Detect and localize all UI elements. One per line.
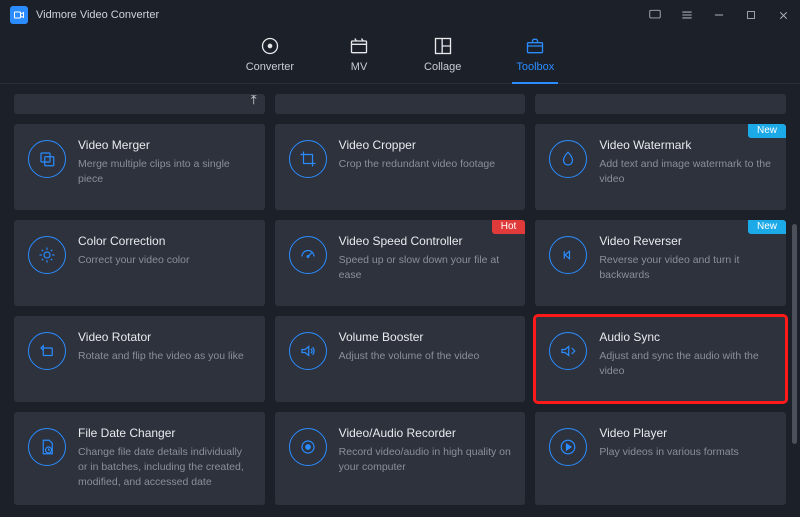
close-button[interactable] [776, 8, 790, 22]
tool-video-reverser[interactable]: New Video Reverser Reverse your video an… [535, 220, 786, 306]
minimize-button[interactable] [712, 8, 726, 22]
tool-title: Video Merger [78, 138, 251, 152]
volume-icon [289, 332, 327, 370]
cropper-icon [289, 140, 327, 178]
tool-title: Audio Sync [599, 330, 772, 344]
tab-label: Toolbox [516, 61, 554, 73]
tool-card-stub[interactable] [275, 94, 526, 114]
scrollbar-thumb[interactable] [792, 224, 797, 444]
tab-label: MV [351, 61, 368, 73]
toolbox-icon [525, 36, 545, 56]
menu-icon[interactable] [680, 8, 694, 22]
app-title: Vidmore Video Converter [36, 9, 159, 21]
tab-toolbox[interactable]: Toolbox [516, 36, 554, 73]
watermark-icon [549, 140, 587, 178]
tool-title: Color Correction [78, 234, 251, 248]
tool-video-merger[interactable]: Video Merger Merge multiple clips into a… [14, 124, 265, 210]
tool-file-date-changer[interactable]: File Date Changer Change file date detai… [14, 412, 265, 505]
tool-desc: Reverse your video and turn it backwards [599, 253, 772, 283]
main-tabs: Converter MV Collage Toolbox [0, 30, 800, 84]
hot-badge: Hot [492, 220, 526, 234]
tool-video-watermark[interactable]: New Video Watermark Add text and image w… [535, 124, 786, 210]
tool-title: Video Player [599, 426, 772, 440]
tool-title: Video Reverser [599, 234, 772, 248]
tool-desc: Crop the redundant video footage [339, 157, 512, 172]
window-controls [648, 8, 790, 22]
rotator-icon [28, 332, 66, 370]
tab-collage[interactable]: Collage [424, 36, 461, 73]
tool-video-audio-recorder[interactable]: Video/Audio Recorder Record video/audio … [275, 412, 526, 505]
file-date-icon [28, 428, 66, 466]
color-icon [28, 236, 66, 274]
maximize-button[interactable] [744, 8, 758, 22]
tool-title: Video Watermark [599, 138, 772, 152]
app-logo-icon [10, 6, 28, 24]
tool-card-stub[interactable]: ⤒ [14, 94, 265, 114]
tool-desc: Merge multiple clips into a single piece [78, 157, 251, 187]
tool-desc: Record video/audio in high quality on yo… [339, 445, 512, 475]
tool-video-cropper[interactable]: Video Cropper Crop the redundant video f… [275, 124, 526, 210]
tab-label: Collage [424, 61, 461, 73]
tool-video-player[interactable]: Video Player Play videos in various form… [535, 412, 786, 505]
tool-color-correction[interactable]: Color Correction Correct your video colo… [14, 220, 265, 306]
tool-desc: Add text and image watermark to the vide… [599, 157, 772, 187]
reverser-icon [549, 236, 587, 274]
feedback-icon[interactable] [648, 8, 662, 22]
titlebar: Vidmore Video Converter [0, 0, 800, 30]
new-badge: New [748, 220, 786, 234]
tool-card-stub[interactable] [535, 94, 786, 114]
collage-icon [433, 36, 453, 56]
tool-title: Video Rotator [78, 330, 251, 344]
tool-speed-controller[interactable]: Hot Video Speed Controller Speed up or s… [275, 220, 526, 306]
tab-label: Converter [246, 61, 294, 73]
recorder-icon [289, 428, 327, 466]
tool-desc: Adjust and sync the audio with the video [599, 349, 772, 379]
speed-icon [289, 236, 327, 274]
tool-desc: Correct your video color [78, 253, 251, 268]
tool-title: Video Cropper [339, 138, 512, 152]
toolbox-content: ⤒ Video Merger Merge multiple clips into… [0, 84, 800, 516]
tool-title: Volume Booster [339, 330, 512, 344]
tab-converter[interactable]: Converter [246, 36, 294, 73]
tab-mv[interactable]: MV [349, 36, 369, 73]
tool-desc: Speed up or slow down your file at ease [339, 253, 512, 283]
player-icon [549, 428, 587, 466]
converter-icon [260, 36, 280, 56]
tool-title: Video Speed Controller [339, 234, 512, 248]
tool-desc: Rotate and flip the video as you like [78, 349, 251, 364]
audio-sync-icon [549, 332, 587, 370]
scroll-up-icon: ⤒ [251, 92, 257, 108]
tool-desc: Play videos in various formats [599, 445, 772, 460]
tool-desc: Change file date details individually or… [78, 445, 251, 491]
tool-title: File Date Changer [78, 426, 251, 440]
tool-audio-sync[interactable]: Audio Sync Adjust and sync the audio wit… [535, 316, 786, 402]
merger-icon [28, 140, 66, 178]
tool-desc: Adjust the volume of the video [339, 349, 512, 364]
tool-title: Video/Audio Recorder [339, 426, 512, 440]
tool-video-rotator[interactable]: Video Rotator Rotate and flip the video … [14, 316, 265, 402]
tool-volume-booster[interactable]: Volume Booster Adjust the volume of the … [275, 316, 526, 402]
mv-icon [349, 36, 369, 56]
new-badge: New [748, 124, 786, 138]
